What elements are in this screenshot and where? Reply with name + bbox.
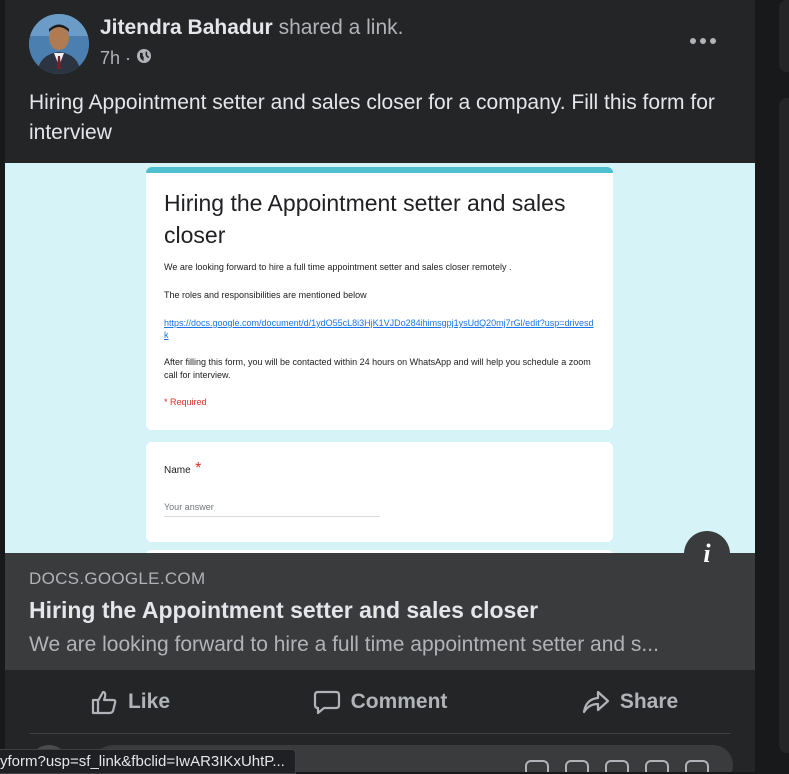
actions-divider [29,733,731,734]
more-icon-dot [690,38,696,44]
form-question-card: Name * Your answer [146,442,613,542]
post-time[interactable]: 7h [100,48,120,69]
avatar-sticker-icon[interactable] [685,760,709,772]
link-preview-image[interactable]: Hiring the Appointment setter and sales … [5,163,755,553]
question-required-star: * [195,460,202,477]
post-meta: 7h · [100,48,152,69]
share-button[interactable]: Share [505,680,755,724]
like-icon [90,689,118,715]
form-intro: We are looking forward to hire a full ti… [164,262,512,272]
link-preview-meta[interactable]: DOCS.GOOGLE.COM Hiring the Appointment s… [5,553,755,670]
like-button[interactable]: Like [5,680,255,724]
comment-tools [525,760,709,772]
form-followup: After filling this form, you will be con… [164,357,591,380]
share-label: Share [619,690,679,713]
question-label: Name [164,465,191,476]
more-icon-dot [710,38,716,44]
post-actions: Like Comment Share [5,680,755,724]
sticker-icon[interactable] [525,760,549,772]
form-header-card: Hiring the Appointment setter and sales … [146,167,613,430]
form-required-note: * Required [164,397,207,407]
meta-separator: · [125,48,132,68]
post-header: Jitendra Bahadur shared a link. [100,16,403,40]
answer-placeholder: Your answer [164,502,380,517]
gif-icon[interactable] [645,760,669,772]
more-options-button[interactable] [683,24,723,58]
like-label: Like [127,690,171,713]
info-button[interactable]: i [684,531,730,577]
link-title: Hiring the Appointment setter and sales … [29,597,539,623]
link-description: We are looking forward to hire a full ti… [29,633,659,656]
form-roles: The roles and responsibilities are menti… [164,290,367,300]
form-title: Hiring the Appointment setter and sales … [164,190,566,248]
author-name[interactable]: Jitendra Bahadur [100,16,273,39]
post-action-text: shared a link. [278,16,404,39]
comment-button[interactable]: Comment [255,680,505,724]
right-panel-edge [779,0,789,72]
post-text: Hiring Appointment setter and sales clos… [29,91,715,144]
right-panel-edge-lower [779,98,789,753]
emoji-icon[interactable] [565,760,589,772]
more-icon-dot [700,38,706,44]
camera-icon[interactable] [605,760,629,772]
globe-icon [136,48,152,69]
comment-icon [313,689,341,715]
info-icon: i [703,539,711,568]
link-domain: DOCS.GOOGLE.COM [29,569,206,588]
post-card: Jitendra Bahadur shared a link. 7h · Hir… [5,0,755,772]
share-icon [582,689,610,715]
comment-label: Comment [350,690,448,713]
form-doc-link: https://docs.google.com/document/d/1ydO5… [164,318,594,340]
status-bar-url: yform?usp=sf_link&fbclid=IwAR3IKxUhtP... [0,749,296,774]
author-avatar[interactable] [29,14,89,74]
